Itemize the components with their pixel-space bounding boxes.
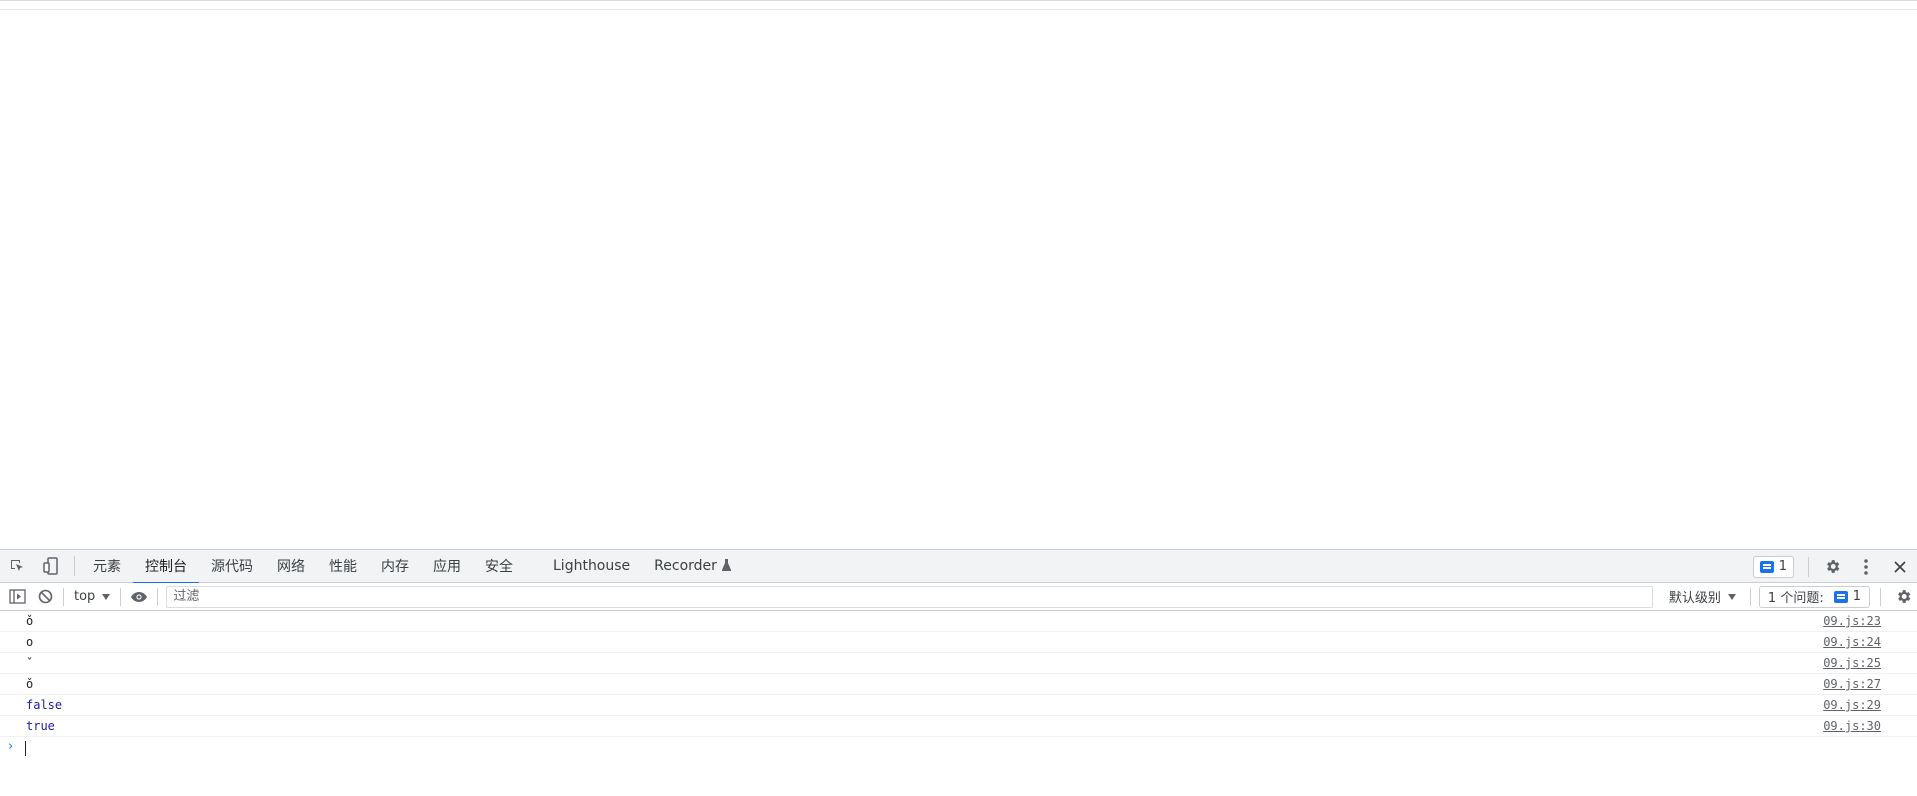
context-value: top <box>74 589 96 604</box>
message-text: ǒ <box>26 614 34 628</box>
issues-button[interactable]: 1 个问题: 1 <box>1758 585 1870 608</box>
message-text: ǒ <box>26 677 34 691</box>
tab-security[interactable]: 安全 <box>473 550 541 583</box>
sidebar-toggle-icon[interactable] <box>3 584 31 610</box>
close-icon[interactable] <box>1883 550 1917 583</box>
toolbar-separator <box>120 587 122 606</box>
tab-elements[interactable]: 元素 <box>81 550 133 583</box>
log-level-value: 默认级别 <box>1668 591 1721 606</box>
inspect-element-icon[interactable] <box>0 550 34 582</box>
devtools-tabbar: 元素 控制台 源代码 网络 性能 内存 应用 安全 Lighthouse Rec… <box>0 549 1917 584</box>
tab-label: Recorder <box>654 558 717 574</box>
devtools-panel: 元素 控制台 源代码 网络 性能 内存 应用 安全 Lighthouse Rec… <box>0 549 1917 796</box>
tab-label: 应用 <box>433 559 461 575</box>
message-text: true <box>26 719 55 733</box>
flask-icon <box>721 558 731 574</box>
eye-icon[interactable] <box>125 584 153 610</box>
console-message: ǒ 09.js:23 <box>0 611 1917 632</box>
device-toolbar-icon[interactable] <box>34 550 68 582</box>
tabbar-right-controls: 1 <box>1752 550 1917 583</box>
text-cursor <box>25 741 26 756</box>
source-link[interactable]: 09.js:24 <box>1823 632 1881 652</box>
console-message: true 09.js:30 <box>0 716 1917 737</box>
console-messages: ǒ 09.js:23 o 09.js:24 ˇ 09.js:25 ǒ 09.js… <box>0 611 1917 759</box>
console-message: ǒ 09.js:27 <box>0 674 1917 695</box>
message-text: false <box>26 698 63 712</box>
tabbar-separator <box>1808 556 1809 577</box>
context-selector[interactable]: top <box>68 585 116 609</box>
toolbar-separator <box>157 587 159 606</box>
page-viewport <box>0 0 1917 549</box>
tab-label: Lighthouse <box>553 558 631 574</box>
message-icon <box>1759 560 1774 573</box>
console-toolbar: top 默认级别 1 个问题: 1 <box>0 583 1917 611</box>
tab-label: 元素 <box>93 559 121 575</box>
tab-application[interactable]: 应用 <box>421 550 473 583</box>
tab-label: 内存 <box>381 559 409 575</box>
source-link[interactable]: 09.js:30 <box>1823 716 1881 736</box>
issues-badge-button[interactable]: 1 <box>1752 555 1794 578</box>
tab-label: 源代码 <box>211 559 253 575</box>
dropdown-caret-icon <box>102 593 111 600</box>
tab-network[interactable]: 网络 <box>265 550 317 583</box>
tab-label: 网络 <box>277 559 305 575</box>
tab-performance[interactable]: 性能 <box>317 550 369 583</box>
tabbar-separator <box>74 556 75 576</box>
gear-icon[interactable] <box>1815 550 1849 583</box>
toolbar-separator <box>63 587 64 606</box>
message-text: ˇ <box>26 656 34 670</box>
issues-label: 1 个问题: <box>1767 591 1824 606</box>
tab-label: 控制台 <box>145 559 187 575</box>
message-icon <box>1833 590 1848 603</box>
viewport-divider <box>0 9 1917 10</box>
source-link[interactable]: 09.js:29 <box>1823 695 1881 715</box>
console-settings-gear-icon[interactable] <box>1889 584 1917 610</box>
tab-console[interactable]: 控制台 <box>133 550 199 584</box>
console-message: o 09.js:24 <box>0 632 1917 653</box>
console-message: ˇ 09.js:25 <box>0 653 1917 674</box>
issues-count: 1 <box>1778 559 1787 574</box>
message-text: o <box>26 635 34 649</box>
source-link[interactable]: 09.js:25 <box>1823 653 1881 673</box>
kebab-menu-icon[interactable] <box>1849 550 1883 583</box>
prompt-chevron-icon: › <box>8 739 14 754</box>
toolbar-separator <box>1749 587 1751 606</box>
tab-label: 性能 <box>329 559 357 575</box>
clear-console-icon[interactable] <box>31 584 59 610</box>
console-message: false 09.js:29 <box>0 695 1917 716</box>
tab-memory[interactable]: 内存 <box>369 550 421 583</box>
source-link[interactable]: 09.js:23 <box>1823 611 1881 631</box>
tab-lighthouse[interactable]: Lighthouse <box>541 550 642 583</box>
dropdown-caret-icon <box>1727 593 1736 600</box>
toolbar-separator <box>1880 587 1881 606</box>
tab-recorder[interactable]: Recorder <box>642 550 743 583</box>
source-link[interactable]: 09.js:27 <box>1823 674 1881 694</box>
devtools-tabs: 元素 控制台 源代码 网络 性能 内存 应用 安全 Lighthouse Rec… <box>81 550 743 584</box>
tab-sources[interactable]: 源代码 <box>199 550 265 583</box>
filter-input[interactable] <box>166 585 1653 608</box>
log-level-selector[interactable]: 默认级别 <box>1659 585 1746 609</box>
tab-label: 安全 <box>485 559 513 575</box>
console-prompt[interactable]: › <box>0 737 1917 759</box>
issues-count: 1 <box>1852 589 1861 604</box>
